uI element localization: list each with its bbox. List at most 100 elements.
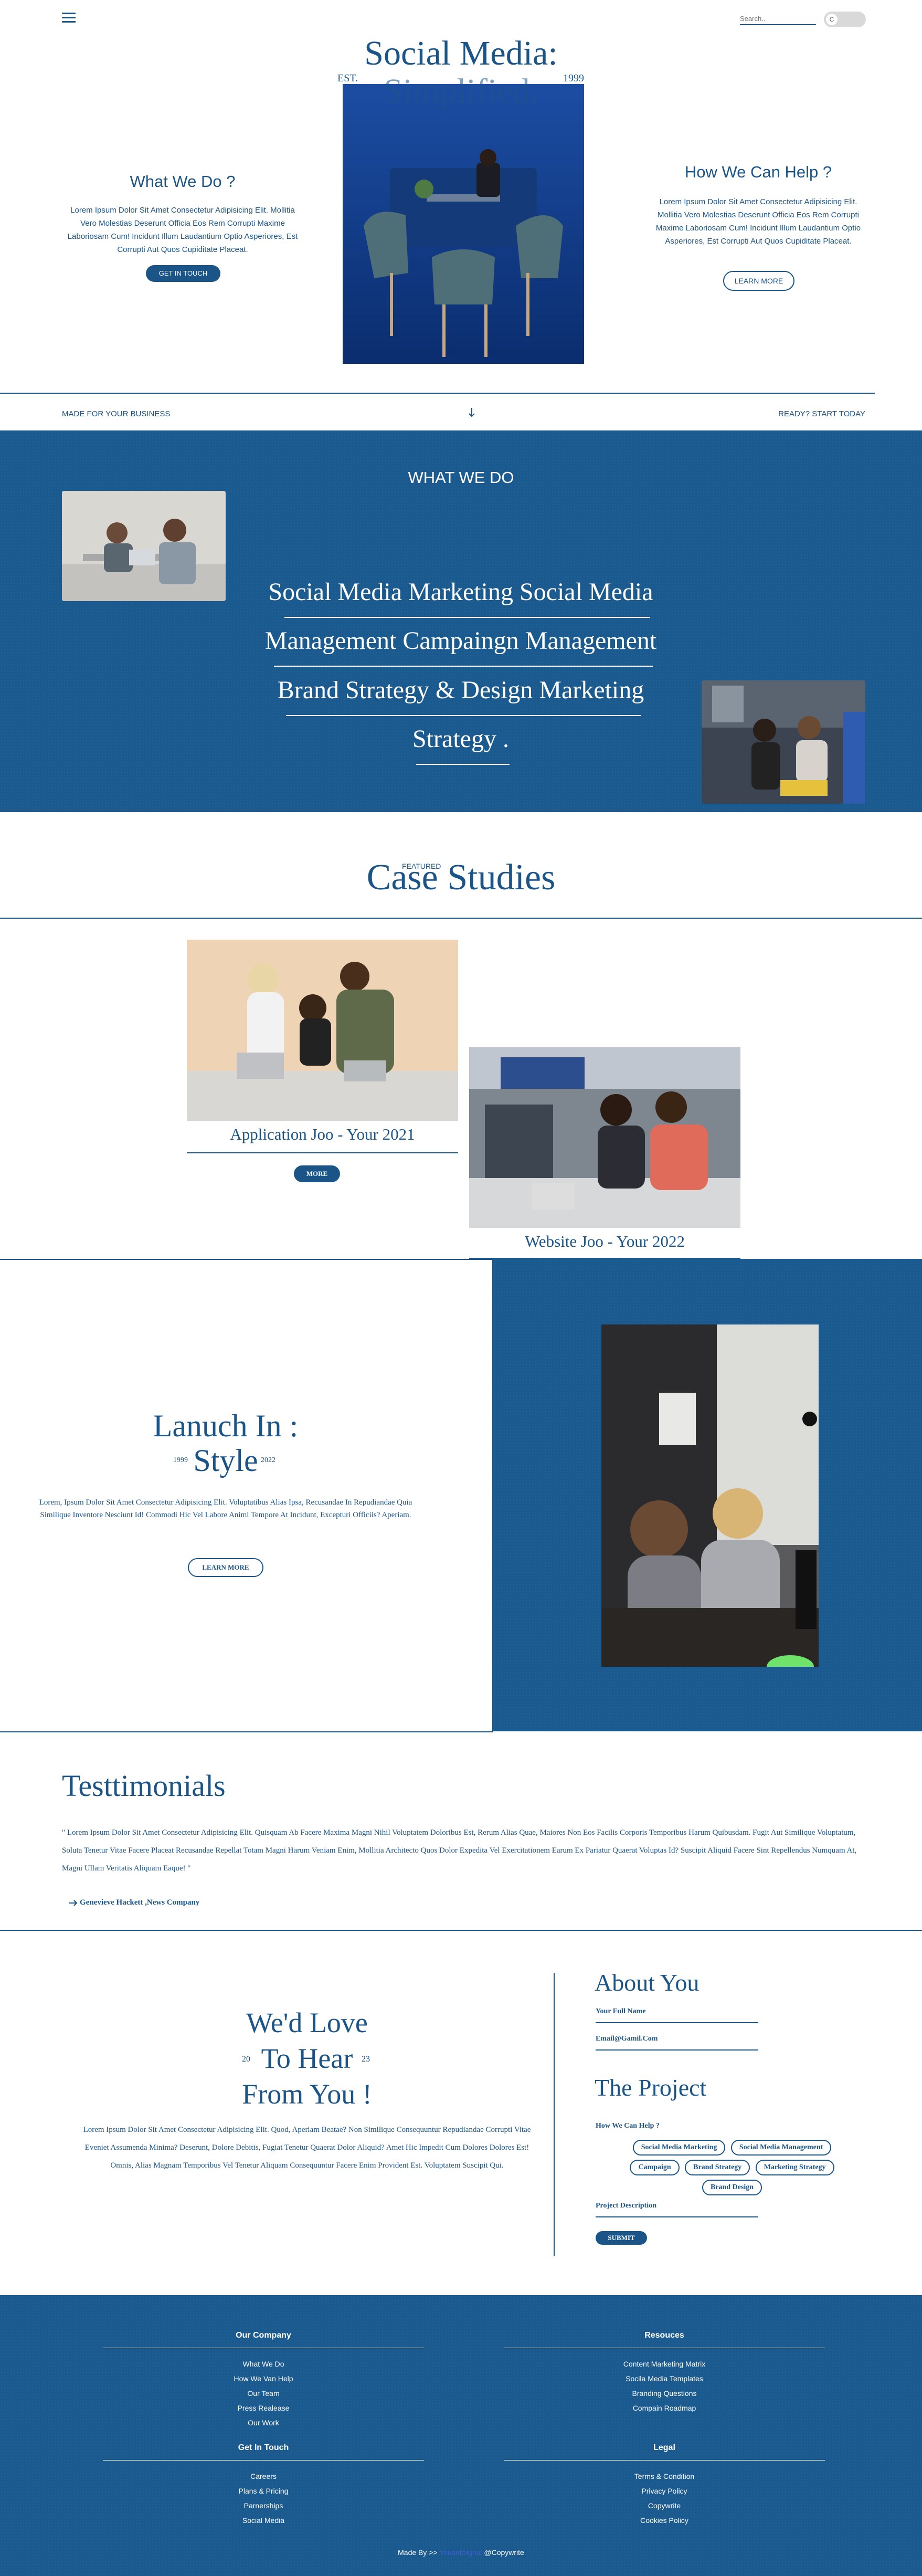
footer-link-privacy[interactable]: Privacy Policy bbox=[504, 2484, 825, 2498]
launch-learn-more-button[interactable]: LEARN MORE bbox=[188, 1558, 263, 1577]
case-more-button[interactable]: MORE bbox=[294, 1165, 340, 1182]
footer-link-our-work[interactable]: Our Work bbox=[103, 2415, 424, 2430]
launch-top-divider bbox=[0, 1259, 493, 1260]
case-card1-underline bbox=[187, 1152, 458, 1153]
footer-legal-heading: Legal bbox=[653, 2443, 675, 2452]
strip-left-text: MADE FOR YOUR BUSINESS bbox=[62, 409, 171, 418]
footer-touch-heading: Get In Touch bbox=[238, 2443, 289, 2452]
contact-text: Lorem Ipsum Dolor Sit Amet Consectetur A… bbox=[83, 2126, 531, 2170]
footer-link-how-we-help[interactable]: How We Van Help bbox=[103, 2371, 424, 2386]
services-line-4: Strategy . bbox=[412, 725, 509, 753]
about-you-title: About You bbox=[595, 1969, 700, 1996]
footer-link-templates[interactable]: Socila Media Templates bbox=[504, 2371, 825, 2386]
project-title: The Project bbox=[595, 2074, 707, 2101]
case-card1-title[interactable]: Application Joo - Your 2021 bbox=[187, 1125, 458, 1144]
search-input[interactable] bbox=[740, 13, 816, 25]
services-underline-4 bbox=[416, 764, 510, 765]
services-line-3: Brand Strategy & Design Marketing bbox=[277, 676, 644, 704]
footer-col-company: Our Company What We Do How We Van Help O… bbox=[103, 2331, 424, 2430]
strip-divider bbox=[0, 393, 875, 394]
hero-title-line1: Social Media: bbox=[364, 34, 558, 72]
submit-button[interactable]: SUBMIT bbox=[596, 2231, 647, 2245]
case-card1-photo[interactable] bbox=[187, 940, 458, 1121]
launch-year-right: 2022 bbox=[261, 1456, 275, 1464]
option-brand-design[interactable]: Brand Design bbox=[702, 2180, 762, 2195]
what-we-do-text: Lorem Ipsum Dolor Sit Amet Consectetur A… bbox=[67, 206, 298, 254]
launch-text: Lorem, Ipsum Dolor Sit Amet Consectetur … bbox=[39, 1498, 412, 1519]
services-heading: WHAT WE DO bbox=[408, 468, 514, 487]
help-label: How We Can Help ? bbox=[596, 2122, 660, 2130]
services-line-1: Social Media Marketing Social Media bbox=[268, 578, 653, 606]
how-we-help-heading: How We Can Help ? bbox=[684, 163, 832, 181]
email-field[interactable]: Email@Gamil.Com bbox=[596, 2035, 758, 2051]
option-social-media-marketing[interactable]: Social Media Marketing bbox=[632, 2140, 726, 2156]
case-studies-title: Case Studies bbox=[366, 857, 556, 898]
testimonials-divider bbox=[0, 1930, 922, 1931]
footer-col-legal: Legal Terms & Condition Privacy Policy C… bbox=[504, 2443, 825, 2528]
testimonials-title: Testtimonials bbox=[62, 1769, 226, 1803]
contact-title-line1: We'd Love bbox=[246, 2007, 368, 2038]
footer-link-cookies[interactable]: Cookies Policy bbox=[504, 2513, 825, 2528]
footer-link-pricing[interactable]: Plans & Pricing bbox=[103, 2484, 424, 2498]
hero-title-line2: Simplified. bbox=[383, 72, 539, 110]
footer-link-what-we-do[interactable]: What We Do bbox=[103, 2357, 424, 2371]
testimonial-author: Genevieve Hackett ,News Company bbox=[80, 1898, 200, 1907]
services-underline-1 bbox=[284, 617, 650, 618]
case-studies-divider bbox=[0, 918, 922, 919]
footer-link-roadmap[interactable]: Compain Roadmap bbox=[504, 2401, 825, 2415]
footer-link-branding-questions[interactable]: Branding Questions bbox=[504, 2386, 825, 2401]
option-campaign[interactable]: Campaign bbox=[630, 2160, 680, 2175]
case-card2-title[interactable]: Website Joo - Your 2022 bbox=[469, 1232, 740, 1251]
footer-touch-line bbox=[103, 2460, 424, 2461]
help-options: Social Media Marketing Social Media Mana… bbox=[617, 2138, 847, 2198]
footer-credit-name[interactable]: YousefAlghul bbox=[439, 2548, 482, 2557]
footer-link-partnerships[interactable]: Parnerships bbox=[103, 2498, 424, 2513]
footer-credit-suffix: @Copywrite bbox=[484, 2548, 524, 2557]
footer-col-touch: Get In Touch Careers Plans & Pricing Par… bbox=[103, 2443, 424, 2528]
services-photo-right bbox=[702, 680, 865, 804]
testimonials-quote: " Lorem Ipsum Dolor Sit Amet Consectetur… bbox=[62, 1828, 857, 1873]
strip-right-text[interactable]: READY? START TODAY bbox=[775, 409, 865, 418]
toggle-knob: C bbox=[826, 14, 838, 25]
contact-title-line3: From You ! bbox=[242, 2078, 372, 2110]
contact-title-line2: To Hear bbox=[261, 2043, 353, 2074]
launch-title-line2: Style bbox=[193, 1443, 258, 1478]
full-name-field[interactable]: Your Full Name bbox=[596, 2007, 758, 2023]
option-social-media-management[interactable]: Social Media Management bbox=[730, 2140, 832, 2156]
hamburger-icon[interactable] bbox=[62, 12, 76, 23]
services-underline-2 bbox=[274, 666, 653, 667]
launch-bottom-divider bbox=[0, 1731, 493, 1732]
theme-toggle[interactable]: C bbox=[824, 12, 866, 27]
learn-more-button[interactable]: LEARN MORE bbox=[723, 271, 794, 291]
footer-resources-heading: Resouces bbox=[644, 2331, 684, 2340]
launch-photo bbox=[601, 1324, 819, 1667]
option-brand-strategy[interactable]: Brand Strategy bbox=[685, 2160, 750, 2175]
footer-link-our-team[interactable]: Our Team bbox=[103, 2386, 424, 2401]
hero-title: Social Media: bbox=[0, 35, 922, 72]
services-underline-3 bbox=[286, 715, 641, 716]
footer-credit-prefix: Made By >> bbox=[398, 2548, 438, 2557]
arrow-down-icon[interactable] bbox=[468, 407, 475, 418]
project-description-field[interactable]: Project Description bbox=[596, 2202, 758, 2217]
footer-company-heading: Our Company bbox=[236, 2331, 291, 2340]
launch-title-line1: Lanuch In : bbox=[153, 1408, 299, 1443]
option-marketing-strategy[interactable]: Marketing Strategy bbox=[755, 2160, 834, 2175]
footer-link-careers[interactable]: Careers bbox=[103, 2469, 424, 2484]
services-photo-left bbox=[62, 491, 226, 601]
what-we-do-heading: What We Do ? bbox=[130, 172, 236, 191]
footer-link-content-matrix[interactable]: Content Marketing Matrix bbox=[504, 2357, 825, 2371]
services-line-2: Management Campaingn Management bbox=[264, 627, 657, 655]
how-we-help-text: Lorem Ipsum Dolor Sit Amet Consectetur A… bbox=[655, 197, 861, 246]
footer-link-terms[interactable]: Terms & Condition bbox=[504, 2469, 825, 2484]
footer-credit: Made By >> YousefAlghul @Copywrite bbox=[0, 2548, 922, 2557]
footer-link-copywrite[interactable]: Copywrite bbox=[504, 2498, 825, 2513]
footer-legal-line bbox=[504, 2460, 825, 2461]
case-card2-photo[interactable] bbox=[469, 1047, 740, 1228]
hero-photo bbox=[343, 84, 584, 364]
footer-link-social-media[interactable]: Social Media bbox=[103, 2513, 424, 2528]
contact-year-right: 23 bbox=[362, 2055, 370, 2064]
footer-col-resources: Resouces Content Marketing Matrix Socila… bbox=[504, 2331, 825, 2415]
footer-link-press[interactable]: Press Realease bbox=[103, 2401, 424, 2415]
get-in-touch-button[interactable]: GET IN TOUCH bbox=[146, 265, 220, 282]
arrow-right-icon bbox=[68, 1899, 78, 1907]
